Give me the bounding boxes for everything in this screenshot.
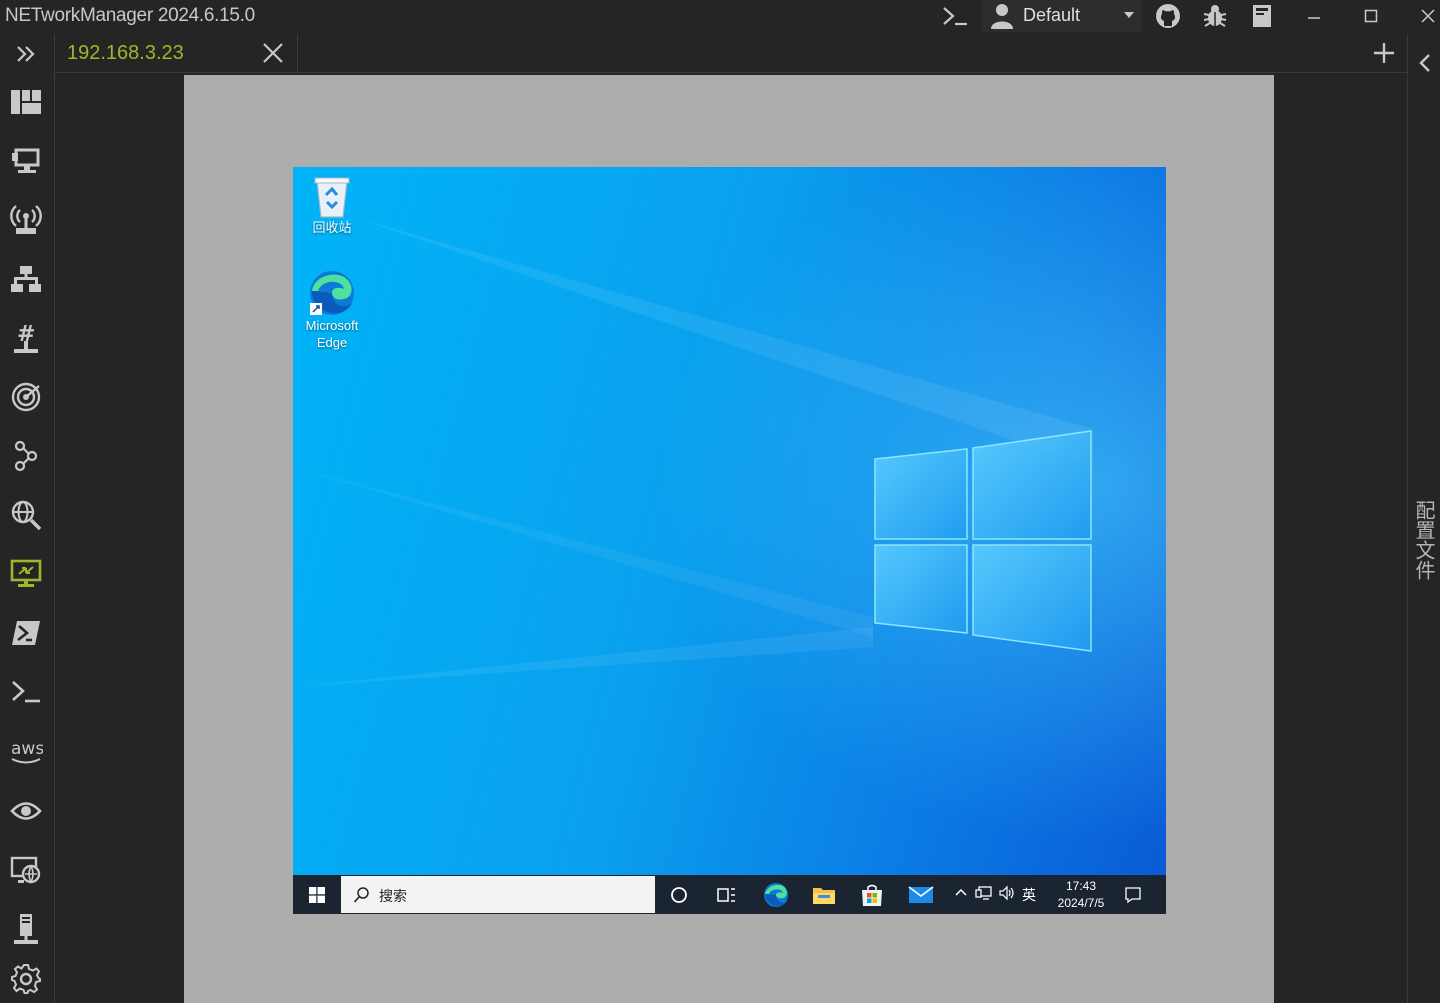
store-icon[interactable] [852, 875, 892, 914]
putty-icon[interactable] [6, 672, 46, 712]
desktop-icon-label: Microsoft [305, 318, 359, 333]
traceroute-icon[interactable] [6, 436, 46, 476]
user-icon [987, 1, 1017, 31]
recycle-bin-shortcut[interactable]: 回收站 [293, 175, 371, 236]
settings-icon[interactable] [6, 959, 46, 999]
clock-time: 17:43 [1065, 879, 1097, 893]
expand-menu-icon[interactable] [6, 34, 46, 74]
wallpaper [293, 167, 1166, 875]
add-tab-icon[interactable] [1369, 38, 1399, 68]
profiles-panel: 配置文件 [1407, 34, 1440, 1003]
recycle-bin-icon [312, 175, 352, 219]
app-title: NETworkManager 2024.6.15.0 [5, 5, 255, 26]
ip-scanner-icon[interactable] [6, 259, 46, 299]
dns-lookup-icon[interactable] [6, 495, 46, 535]
maximize-icon[interactable] [1356, 2, 1386, 30]
documentation-icon[interactable] [1247, 2, 1277, 30]
task-view-icon[interactable] [706, 875, 746, 914]
desktop-icon-label: 回收站 [312, 220, 352, 235]
port-scanner-icon[interactable]: # [6, 318, 46, 358]
remote-taskbar: 搜索 英 17:43 2024/7/5 [293, 875, 1166, 914]
taskbar-clock[interactable]: 17:43 2024/7/5 [1045, 878, 1117, 912]
edge-taskbar-icon[interactable] [756, 875, 796, 914]
network-status-icon[interactable] [975, 885, 993, 901]
search-icon [353, 886, 371, 904]
search-placeholder: 搜索 [379, 888, 407, 904]
svg-text:aws: aws [11, 739, 43, 759]
edge-icon [308, 269, 356, 317]
profile-name: Default [1023, 5, 1081, 25]
close-window-icon[interactable] [1413, 2, 1440, 30]
bug-icon[interactable] [1200, 2, 1230, 30]
ping-monitor-icon[interactable] [6, 377, 46, 417]
github-icon[interactable] [1153, 2, 1183, 30]
remote-desktop-screen[interactable]: 回收站 Microsoft Edge [293, 167, 1166, 875]
terminal-icon[interactable] [940, 2, 970, 30]
powershell-icon[interactable] [6, 613, 46, 653]
chevron-down-icon [1124, 12, 1134, 18]
title-bar: NETworkManager 2024.6.15.0 Default [0, 0, 1440, 32]
remote-desktop-icon[interactable] [6, 554, 46, 594]
profile-selector[interactable]: Default [982, 0, 1142, 32]
edge-shortcut[interactable]: Microsoft Edge [293, 269, 371, 351]
tab-label: 192.168.3.23 [67, 42, 184, 64]
profiles-label[interactable]: 配置文件 [1412, 500, 1438, 580]
wifi-icon[interactable] [6, 200, 46, 240]
network-interface-icon[interactable] [6, 141, 46, 181]
clock-date: 2024/7/5 [1057, 896, 1105, 910]
chevron-left-icon[interactable] [1416, 52, 1434, 74]
desktop-icon-label: Edge [316, 335, 348, 350]
volume-icon[interactable] [998, 885, 1016, 901]
file-explorer-icon[interactable] [804, 875, 844, 914]
snmp-icon[interactable] [6, 909, 46, 949]
dashboard-icon[interactable] [6, 82, 46, 122]
show-hidden-icons[interactable] [954, 885, 968, 899]
input-method-indicator[interactable]: 英 [1022, 885, 1036, 905]
aws-icon[interactable]: aws [6, 731, 46, 771]
notification-center-icon[interactable] [1113, 875, 1153, 914]
tigervnc-icon[interactable] [6, 791, 46, 831]
windows-start-icon[interactable] [293, 875, 340, 914]
tab-remote-session[interactable]: 192.168.3.23 [55, 34, 298, 72]
minimize-icon[interactable] [1299, 2, 1329, 30]
close-tab-icon[interactable] [260, 40, 286, 66]
left-navigation: # aws [0, 34, 55, 1003]
taskbar-search-box[interactable]: 搜索 [341, 876, 655, 913]
mail-icon[interactable] [901, 875, 941, 914]
tab-bar: 192.168.3.23 [55, 34, 1407, 73]
web-console-icon[interactable] [6, 850, 46, 890]
cortana-icon[interactable] [659, 875, 699, 914]
